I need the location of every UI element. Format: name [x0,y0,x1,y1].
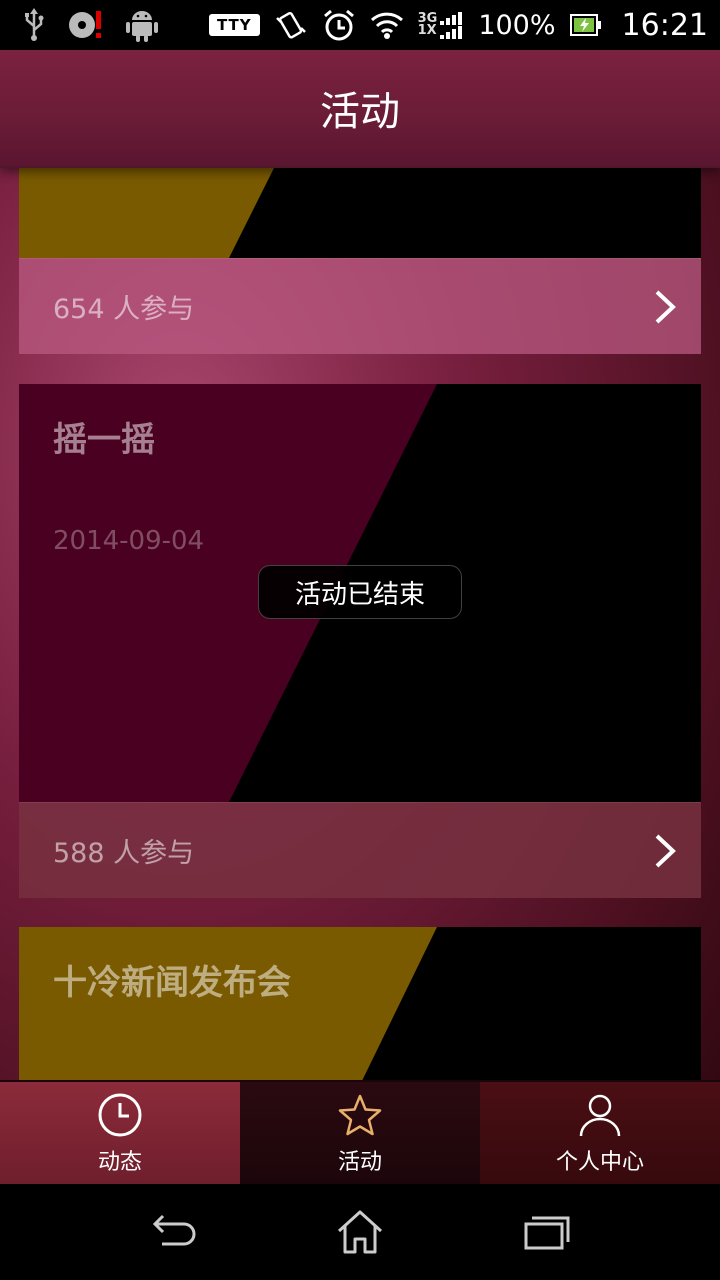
clock-icon [97,1092,143,1142]
sd-card-alert-icon [68,8,104,42]
activity-banner: 十冷新闻发布会 [19,927,701,1080]
activity-title: 摇一摇 [53,420,155,460]
back-icon[interactable] [143,1207,203,1257]
tab-feed[interactable]: 动态 [0,1082,240,1184]
status-bar: TTY 3G 1X 100% 16:21 [0,0,720,50]
usb-icon [22,8,46,42]
chevron-right-icon[interactable] [651,831,679,871]
activity-title: 十冷新闻发布会 [53,963,291,1003]
battery-charging-icon [569,12,602,38]
tab-activities[interactable]: 活动 [240,1082,480,1184]
activity-date: 2014-09-04 [53,526,205,556]
tab-label: 动态 [97,1150,142,1175]
tab-label: 活动 [337,1150,382,1175]
alarm-icon [322,8,356,42]
tab-label: 个人中心 [555,1150,644,1175]
participant-count: 588 人参与 [53,838,195,869]
wifi-icon [370,10,404,40]
bottom-tab-bar: 动态 活动 个人中心 [0,1080,720,1184]
title-bar: 活动 [0,50,720,168]
activity-banner [19,168,701,258]
participant-count: 654 人参与 [53,294,195,325]
tty-indicator: TTY [208,14,260,36]
status-badge: 活动已结束 [258,565,462,619]
activity-list[interactable]: 654 人参与 摇一摇 2014-09-04 活动已结束 588 人参与 十冷新… [0,168,720,1080]
system-nav-bar [0,1184,720,1280]
home-icon[interactable] [330,1207,390,1257]
battery-percentage: 100% [478,9,556,41]
activity-footer[interactable]: 588 人参与 [19,802,701,898]
network-type-bottom: 1X [417,23,437,38]
person-icon [577,1092,623,1142]
page-title: 活动 [320,89,400,135]
activity-card[interactable]: 654 人参与 [19,168,701,354]
activity-banner: 摇一摇 2014-09-04 活动已结束 [19,384,701,802]
vibrate-icon [274,8,308,42]
activity-card[interactable]: 摇一摇 2014-09-04 活动已结束 588 人参与 [19,384,701,898]
android-icon [126,8,158,42]
star-icon [337,1092,383,1142]
signal-icon: 3G 1X [418,11,465,39]
status-clock: 16:21 [621,7,708,43]
recents-icon[interactable] [517,1207,577,1257]
activity-card[interactable]: 十冷新闻发布会 [19,927,701,1080]
chevron-right-icon[interactable] [651,287,679,327]
tab-profile[interactable]: 个人中心 [480,1082,720,1184]
app-container: 活动 654 人参与 摇一摇 2014-09-04 活动已结束 588 人参与 … [0,50,720,1184]
activity-footer[interactable]: 654 人参与 [19,258,701,354]
